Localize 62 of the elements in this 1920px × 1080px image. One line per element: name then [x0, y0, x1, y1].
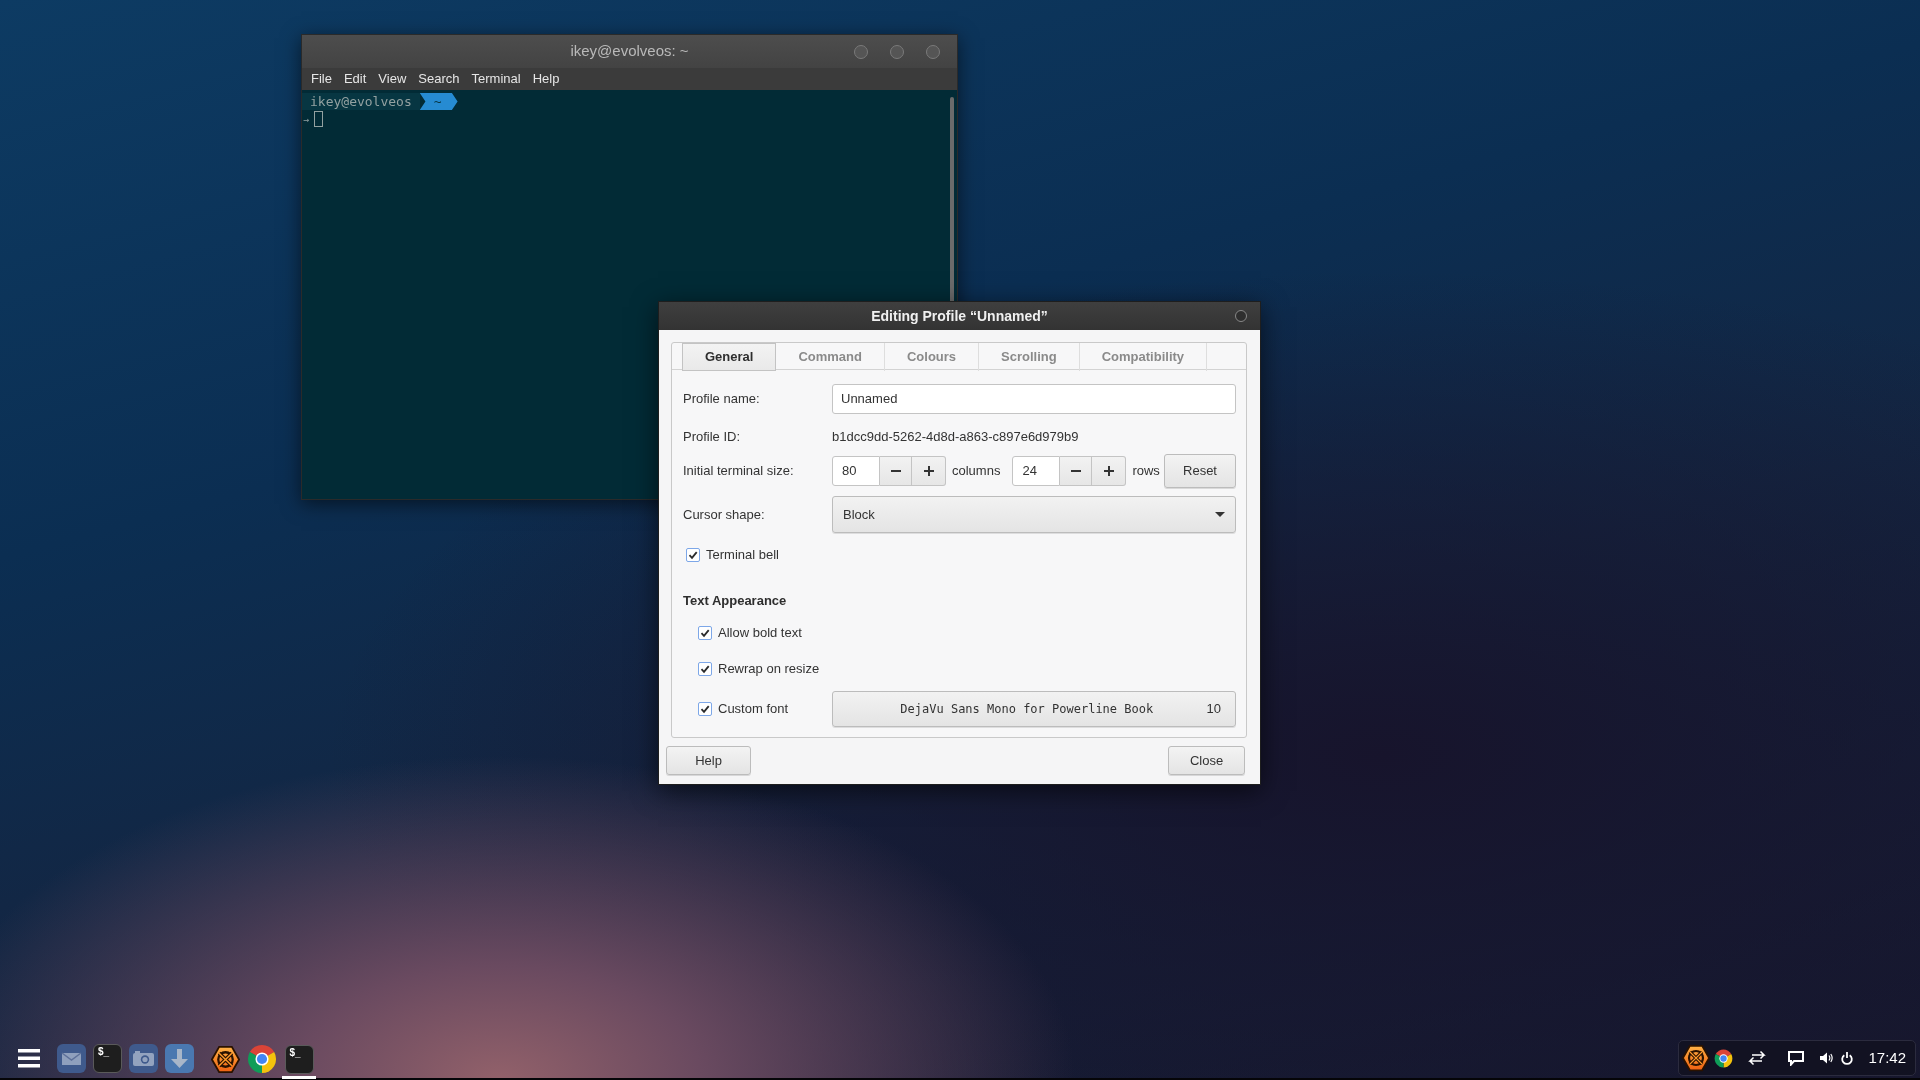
- tab[interactable]: General: [682, 343, 777, 371]
- close-button[interactable]: [1235, 310, 1247, 322]
- dialog-button[interactable]: Close: [1168, 746, 1245, 775]
- chat-bubble-icon[interactable]: [1788, 1050, 1804, 1066]
- prompt-user-host: ikey@evolveos: [302, 93, 420, 110]
- terminal-icon[interactable]: $_: [93, 1043, 122, 1073]
- menu-item[interactable]: Terminal: [465, 69, 527, 89]
- menu-item[interactable]: Help: [526, 69, 566, 89]
- swap-arrows-icon[interactable]: [1746, 1050, 1768, 1066]
- minus-icon: [890, 470, 901, 472]
- checkbox[interactable]: [698, 626, 712, 640]
- checkbox-label: Custom font: [718, 700, 789, 719]
- checkbox-label: Rewrap on resize: [718, 660, 820, 679]
- cursor-shape-dropdown[interactable]: Block: [832, 496, 1236, 533]
- window-title: ikey@evolveos: ~: [570, 41, 689, 62]
- unit-label: rows: [1132, 462, 1160, 481]
- terminal-icon[interactable]: $_: [284, 1044, 314, 1074]
- power-icon[interactable]: [1841, 1051, 1853, 1065]
- menu-item[interactable]: Search: [412, 69, 466, 89]
- reset-button[interactable]: Reset: [1164, 454, 1236, 488]
- plus-icon: [1103, 466, 1114, 476]
- checkbox[interactable]: [698, 662, 712, 676]
- number-field[interactable]: 24: [1012, 456, 1061, 486]
- checkbox-label: Allow bold text: [718, 624, 802, 643]
- section-heading: Text Appearance: [683, 592, 787, 611]
- minus-icon: [1070, 470, 1081, 472]
- caret-icon: [1215, 512, 1225, 517]
- menu-icon[interactable]: [18, 1048, 40, 1068]
- envelope-icon[interactable]: [57, 1043, 86, 1073]
- field-label: Profile ID:: [683, 428, 742, 447]
- decrement-button[interactable]: [880, 456, 912, 486]
- dialog-button[interactable]: Help: [666, 746, 751, 775]
- field-label: Cursor shape:: [683, 505, 766, 524]
- font-button[interactable]: DejaVu Sans Mono for Powerline Book 10: [832, 691, 1236, 727]
- prompt-arrow: →: [302, 112, 311, 127]
- text-field[interactable]: Unnamed: [832, 384, 1236, 414]
- unit-label: columns: [952, 462, 1001, 481]
- text-cursor: [314, 111, 324, 127]
- increment-button[interactable]: [1092, 456, 1127, 486]
- menu-item[interactable]: File: [305, 69, 338, 89]
- dialog-title: Editing Profile “Unnamed”: [871, 306, 1048, 326]
- prompt-glyph: $_: [289, 1046, 301, 1059]
- checkbox[interactable]: [686, 548, 700, 562]
- hexagon-x-icon[interactable]: [210, 1044, 240, 1074]
- plus-icon: [923, 466, 934, 476]
- prompt-path: ~: [419, 93, 458, 110]
- clock[interactable]: 17:42: [1868, 1046, 1906, 1070]
- menu-item[interactable]: View: [372, 69, 413, 89]
- hexagon-x-icon[interactable]: [1682, 1044, 1710, 1072]
- prompt-glyph: $_: [98, 1045, 110, 1058]
- field-label: Profile name:: [683, 390, 761, 409]
- field-label: Initial terminal size:: [683, 462, 795, 481]
- tricolor-circle-icon[interactable]: [247, 1044, 277, 1074]
- camera-icon[interactable]: [129, 1043, 158, 1073]
- profile-id-value: b1dcc9dd-5262-4d8d-a863-c897e6d979b9: [832, 428, 1079, 447]
- menu-item[interactable]: Edit: [337, 69, 373, 89]
- speaker-icon[interactable]: [1820, 1052, 1833, 1064]
- tricolor-circle-icon[interactable]: [1714, 1048, 1733, 1068]
- number-field[interactable]: 80: [832, 456, 880, 486]
- increment-button[interactable]: [912, 456, 946, 486]
- checkbox-label: Terminal bell: [706, 546, 779, 565]
- checkbox[interactable]: [698, 702, 712, 716]
